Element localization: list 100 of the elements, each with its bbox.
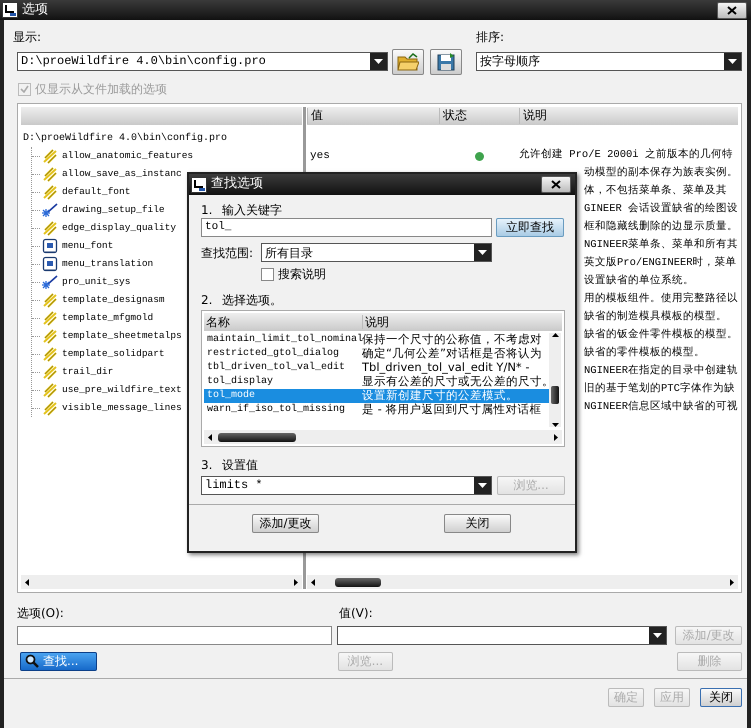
option-row[interactable]: restricted_gtol_dialog 确定“几何公差”对话框是否将认为 <box>204 347 549 362</box>
option-name[interactable]: drawing_setup_file <box>62 204 165 216</box>
dialog-button[interactable]: 添加/更改 <box>252 514 319 533</box>
step-label: 选择选项。 <box>222 292 282 308</box>
lightning-icon <box>42 184 58 200</box>
search-now-button[interactable]: 立即查找 <box>496 218 564 238</box>
display-label: 显示: <box>13 30 42 46</box>
value-cell-text: yes <box>309 149 331 164</box>
column-header: 说明 <box>362 314 562 330</box>
scroll-right-icon <box>294 578 298 586</box>
lightning-icon <box>42 382 58 398</box>
caret-icon <box>374 59 383 64</box>
panel-icon <box>42 256 58 272</box>
close-button[interactable] <box>717 2 747 18</box>
description-cell: NGINEER菜单条、菜单和所有其 <box>584 239 738 253</box>
option-name[interactable]: template_solidpart <box>62 348 165 360</box>
option-name[interactable]: menu_translation <box>62 258 154 270</box>
description-cell-text: 允许创建 Pro/E 2000i 之前版本的几何特 <box>519 149 734 163</box>
description-cell: 用的模板组件。使用完整路径以 <box>584 293 738 307</box>
scroll-thumb[interactable] <box>551 386 559 404</box>
wand-icon <box>42 202 58 218</box>
wand-icon <box>42 274 58 290</box>
scroll-thumb[interactable] <box>335 578 381 587</box>
lightning-icon <box>42 220 58 236</box>
caret-icon <box>653 632 662 638</box>
option-row[interactable]: warn_if_iso_tol_missing 是 - 将用户返回到尺寸属性对话框 <box>204 403 549 418</box>
horizontal-scrollbar[interactable] <box>204 430 562 444</box>
option-name[interactable]: template_sheetmetalps <box>62 330 182 342</box>
option-row[interactable]: maintain_limit_tol_nominal保持一个尺寸的公称值，不考虑对 <box>204 333 549 348</box>
step-label: 设置值 <box>222 458 258 473</box>
scroll-right-icon <box>730 578 734 586</box>
step-number: 3. <box>201 458 214 473</box>
option-name[interactable]: allow_save_as_instanc <box>62 168 182 180</box>
description-cell: NGINEER在指定的目录中创建轨 <box>584 365 738 379</box>
config-file-dropdown[interactable]: D:\proeWildfire 4.0\bin\config.pro <box>17 52 388 72</box>
option-field[interactable] <box>17 626 332 645</box>
option-name[interactable]: pro_unit_sys <box>62 276 130 288</box>
scope-dropdown[interactable]: 所有目录 <box>261 243 492 262</box>
sort-dropdown[interactable]: 按字母顺序 <box>476 52 742 72</box>
folder-icon <box>396 52 419 71</box>
caret-icon <box>478 482 487 488</box>
scroll-right-icon <box>554 434 558 441</box>
option-name[interactable]: trail_dir <box>62 366 114 378</box>
search-description-checkbox[interactable] <box>261 268 274 282</box>
close-icon <box>727 6 737 14</box>
panel-icon <box>42 238 58 254</box>
lightning-icon <box>42 400 58 416</box>
open-folder-button[interactable] <box>392 48 424 75</box>
option-label: 选项(O): <box>17 606 65 622</box>
tree-root[interactable]: D:\proeWildfire 4.0\bin\config.pro <box>23 129 302 148</box>
check-icon <box>20 85 29 94</box>
description-cell-text: 设置缺省的单位系统。 <box>584 275 695 289</box>
column-header: 名称 <box>205 314 231 330</box>
value-dropdown[interactable]: limits * <box>201 476 492 495</box>
horizontal-scrollbar[interactable] <box>21 575 302 590</box>
lightning-icon <box>42 148 58 164</box>
option-name[interactable]: use_pre_wildfire_text <box>62 384 182 396</box>
option-name[interactable]: menu_font <box>62 240 114 252</box>
description-cell: 动模型的副本保存为族表实例。 <box>584 167 738 181</box>
column-header: 状态 <box>439 108 519 124</box>
lightning-icon <box>42 292 58 308</box>
caret-icon <box>728 59 737 64</box>
close-icon <box>551 180 561 189</box>
scroll-left-icon <box>311 578 315 586</box>
save-icon <box>436 52 456 72</box>
save-button[interactable] <box>430 48 462 75</box>
description-cell: 缺省的钣金件零件模板的模型。 <box>584 329 738 343</box>
description-cell-text: 缺省的制造模具模板的模型。 <box>584 311 728 325</box>
search-description-label: 搜索说明 <box>278 267 326 282</box>
step-label: 输入关键字 <box>222 203 282 218</box>
dialog-button[interactable]: 关闭 <box>444 514 511 533</box>
scroll-left-icon <box>208 434 212 441</box>
scroll-thumb[interactable] <box>218 432 296 442</box>
lightning-icon <box>42 364 58 380</box>
value-dropdown[interactable] <box>336 626 668 645</box>
lightning-icon <box>42 328 58 344</box>
horizontal-scrollbar[interactable] <box>307 575 738 590</box>
column-header: 值 <box>307 108 439 124</box>
description-cell: NGINEER信息区域中缺省的可视 <box>584 401 738 415</box>
description-cell: 英文版Pro/ENGINEER时，菜单 <box>584 257 738 271</box>
option-row[interactable]: tbl_driven_tol_val_edit Tbl_driven_tol_val_edit Y/N* - <box>204 361 549 376</box>
lightning-icon <box>42 346 58 362</box>
option-name[interactable]: edge_display_quality <box>62 222 176 234</box>
dialog-title: 查找选项 <box>211 176 263 193</box>
description-cell: 框和隐藏线删除的边显示质量。 <box>584 221 738 235</box>
loaded-only-label: 仅显示从文件加载的选项 <box>35 82 167 98</box>
description-cell: GINEER 会话设置缺省的绘图设 <box>584 203 738 217</box>
app-icon <box>191 176 207 192</box>
option-name[interactable]: allow_anatomic_features <box>62 150 194 162</box>
option-row[interactable]: tol_mode 设置新创建尺寸的公差模式。 <box>204 389 549 404</box>
close-button[interactable] <box>541 176 571 193</box>
keyword-field[interactable]: tol_ <box>201 218 492 238</box>
find-button[interactable]: 查找... <box>20 652 98 671</box>
option-row[interactable]: tol_display 显示有公差的尺寸或无公差的尺寸。 <box>204 375 549 390</box>
option-name[interactable]: default_font <box>62 186 130 198</box>
option-name[interactable]: template_mfgmold <box>62 312 154 324</box>
option-name[interactable]: template_designasm <box>62 294 165 306</box>
vertical-scrollbar[interactable] <box>549 333 561 428</box>
option-name[interactable]: visible_message_lines <box>62 402 182 414</box>
footer-button[interactable]: 关闭 <box>700 688 742 707</box>
